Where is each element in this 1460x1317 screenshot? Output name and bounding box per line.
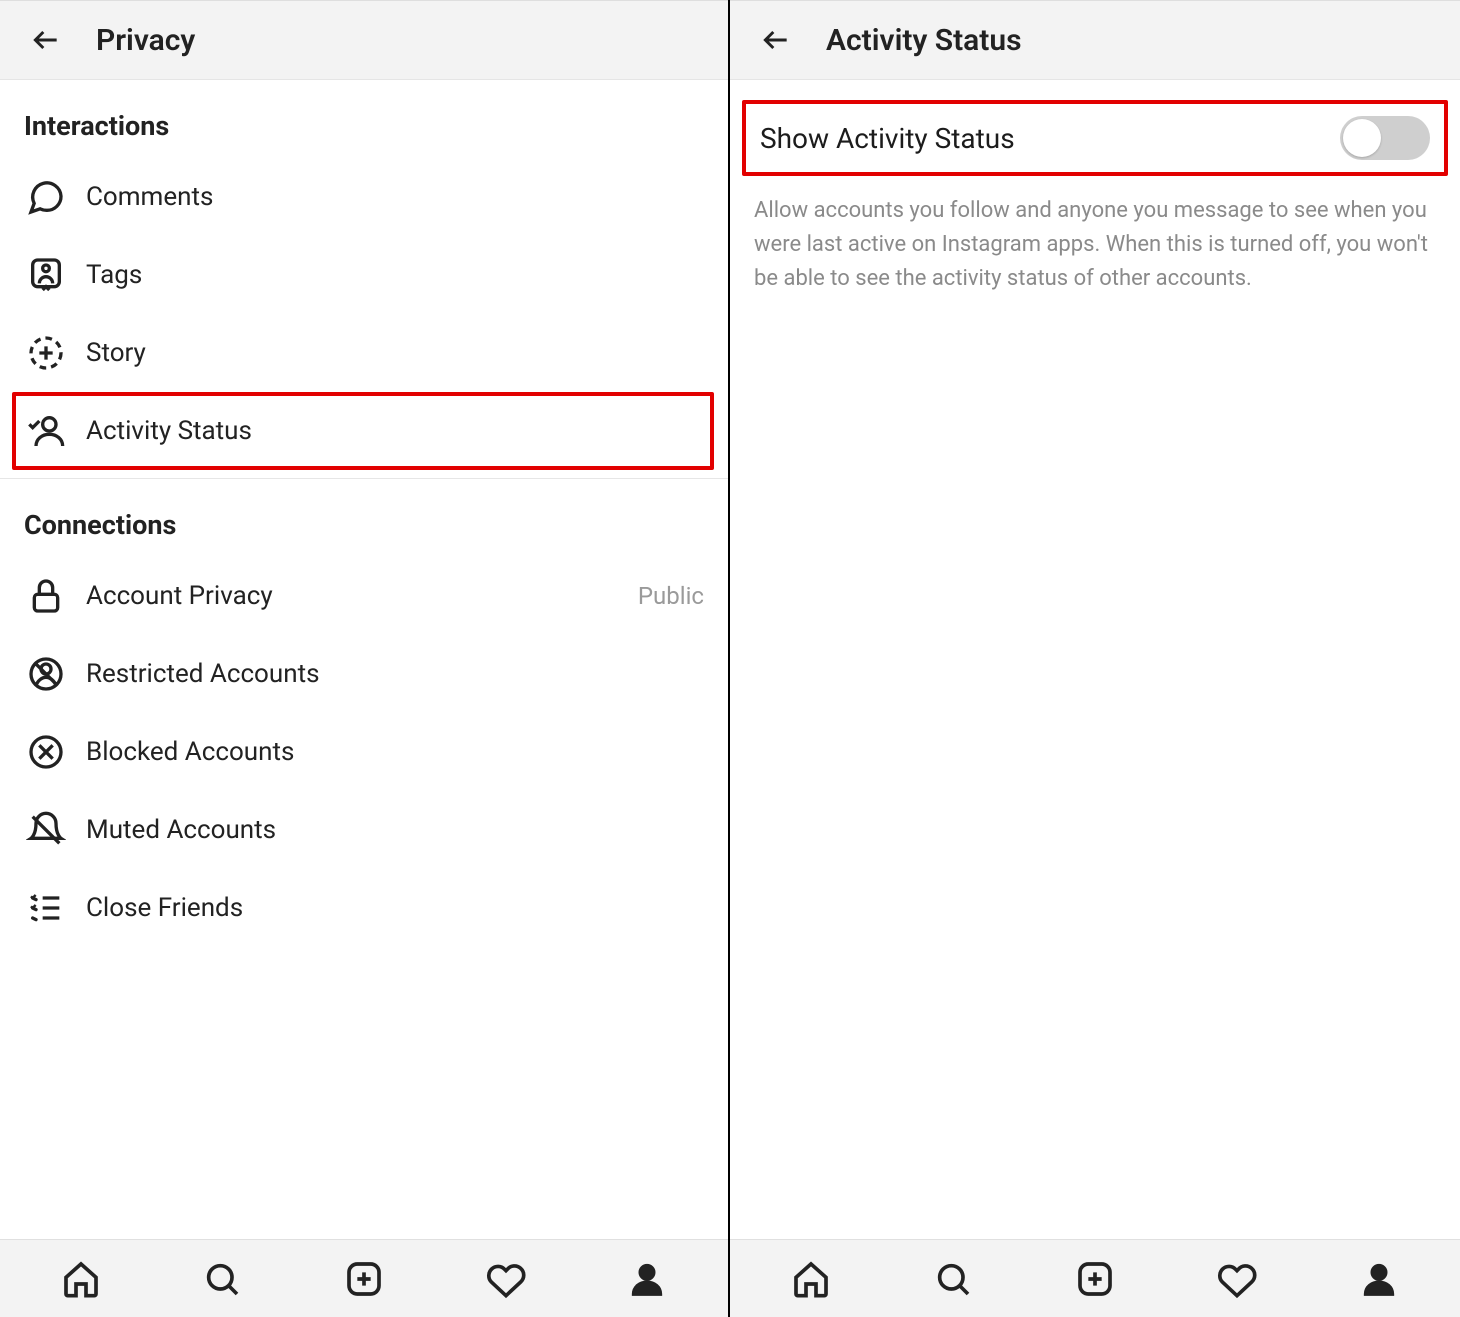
menu-label: Tags	[86, 260, 704, 290]
heart-icon	[1217, 1259, 1257, 1299]
back-arrow-icon	[30, 24, 62, 56]
blocked-icon	[24, 730, 68, 774]
search-icon	[202, 1259, 242, 1299]
menu-item-account-privacy[interactable]: Account Privacy Public	[0, 557, 728, 635]
nav-home[interactable]	[786, 1254, 836, 1304]
menu-label: Blocked Accounts	[86, 737, 704, 767]
menu-item-story[interactable]: Story	[0, 314, 728, 392]
nav-activity[interactable]	[1212, 1254, 1262, 1304]
nav-profile[interactable]	[622, 1254, 672, 1304]
home-icon	[791, 1259, 831, 1299]
nav-add[interactable]	[1070, 1254, 1120, 1304]
menu-item-blocked-accounts[interactable]: Blocked Accounts	[0, 713, 728, 791]
nav-home[interactable]	[56, 1254, 106, 1304]
privacy-content: Interactions Comments Tags Story	[0, 80, 728, 1239]
menu-value: Public	[638, 582, 704, 610]
header: Activity Status	[730, 0, 1460, 80]
menu-label: Close Friends	[86, 893, 704, 923]
menu-item-activity-status[interactable]: Activity Status	[12, 392, 714, 470]
activity-status-icon	[24, 409, 68, 453]
story-icon	[24, 331, 68, 375]
tag-icon	[24, 253, 68, 297]
toggle-description: Allow accounts you follow and anyone you…	[730, 180, 1460, 296]
section-title-interactions: Interactions	[0, 80, 728, 158]
section-title-connections: Connections	[0, 479, 728, 557]
menu-item-comments[interactable]: Comments	[0, 158, 728, 236]
menu-label: Comments	[86, 182, 704, 212]
menu-item-tags[interactable]: Tags	[0, 236, 728, 314]
activity-status-toggle[interactable]	[1340, 116, 1430, 160]
menu-label: Story	[86, 338, 704, 368]
comment-icon	[24, 175, 68, 219]
back-button[interactable]	[24, 18, 68, 62]
privacy-screen: Privacy Interactions Comments Tags	[0, 0, 730, 1317]
bottom-nav	[0, 1239, 728, 1317]
heart-icon	[486, 1259, 526, 1299]
toggle-knob	[1343, 119, 1381, 157]
page-title: Activity Status	[826, 23, 1022, 58]
menu-item-muted-accounts[interactable]: Muted Accounts	[0, 791, 728, 869]
profile-icon	[627, 1259, 667, 1299]
show-activity-status-row[interactable]: Show Activity Status	[742, 100, 1448, 176]
back-button[interactable]	[754, 18, 798, 62]
menu-item-close-friends[interactable]: Close Friends	[0, 869, 728, 947]
nav-search[interactable]	[928, 1254, 978, 1304]
muted-icon	[24, 808, 68, 852]
add-post-icon	[344, 1259, 384, 1299]
nav-profile[interactable]	[1354, 1254, 1404, 1304]
header: Privacy	[0, 0, 728, 80]
nav-search[interactable]	[197, 1254, 247, 1304]
restricted-icon	[24, 652, 68, 696]
add-post-icon	[1075, 1259, 1115, 1299]
menu-label: Account Privacy	[86, 581, 638, 611]
nav-add[interactable]	[339, 1254, 389, 1304]
menu-label: Restricted Accounts	[86, 659, 704, 689]
menu-item-restricted-accounts[interactable]: Restricted Accounts	[0, 635, 728, 713]
home-icon	[61, 1259, 101, 1299]
toggle-label: Show Activity Status	[760, 122, 1015, 155]
page-title: Privacy	[96, 23, 195, 58]
bottom-nav	[730, 1239, 1460, 1317]
profile-icon	[1359, 1259, 1399, 1299]
menu-label: Activity Status	[86, 416, 710, 446]
activity-status-screen: Activity Status Show Activity Status All…	[730, 0, 1460, 1317]
menu-label: Muted Accounts	[86, 815, 704, 845]
search-icon	[933, 1259, 973, 1299]
lock-icon	[24, 574, 68, 618]
activity-status-content: Show Activity Status Allow accounts you …	[730, 80, 1460, 1239]
back-arrow-icon	[760, 24, 792, 56]
close-friends-icon	[24, 886, 68, 930]
nav-activity[interactable]	[481, 1254, 531, 1304]
